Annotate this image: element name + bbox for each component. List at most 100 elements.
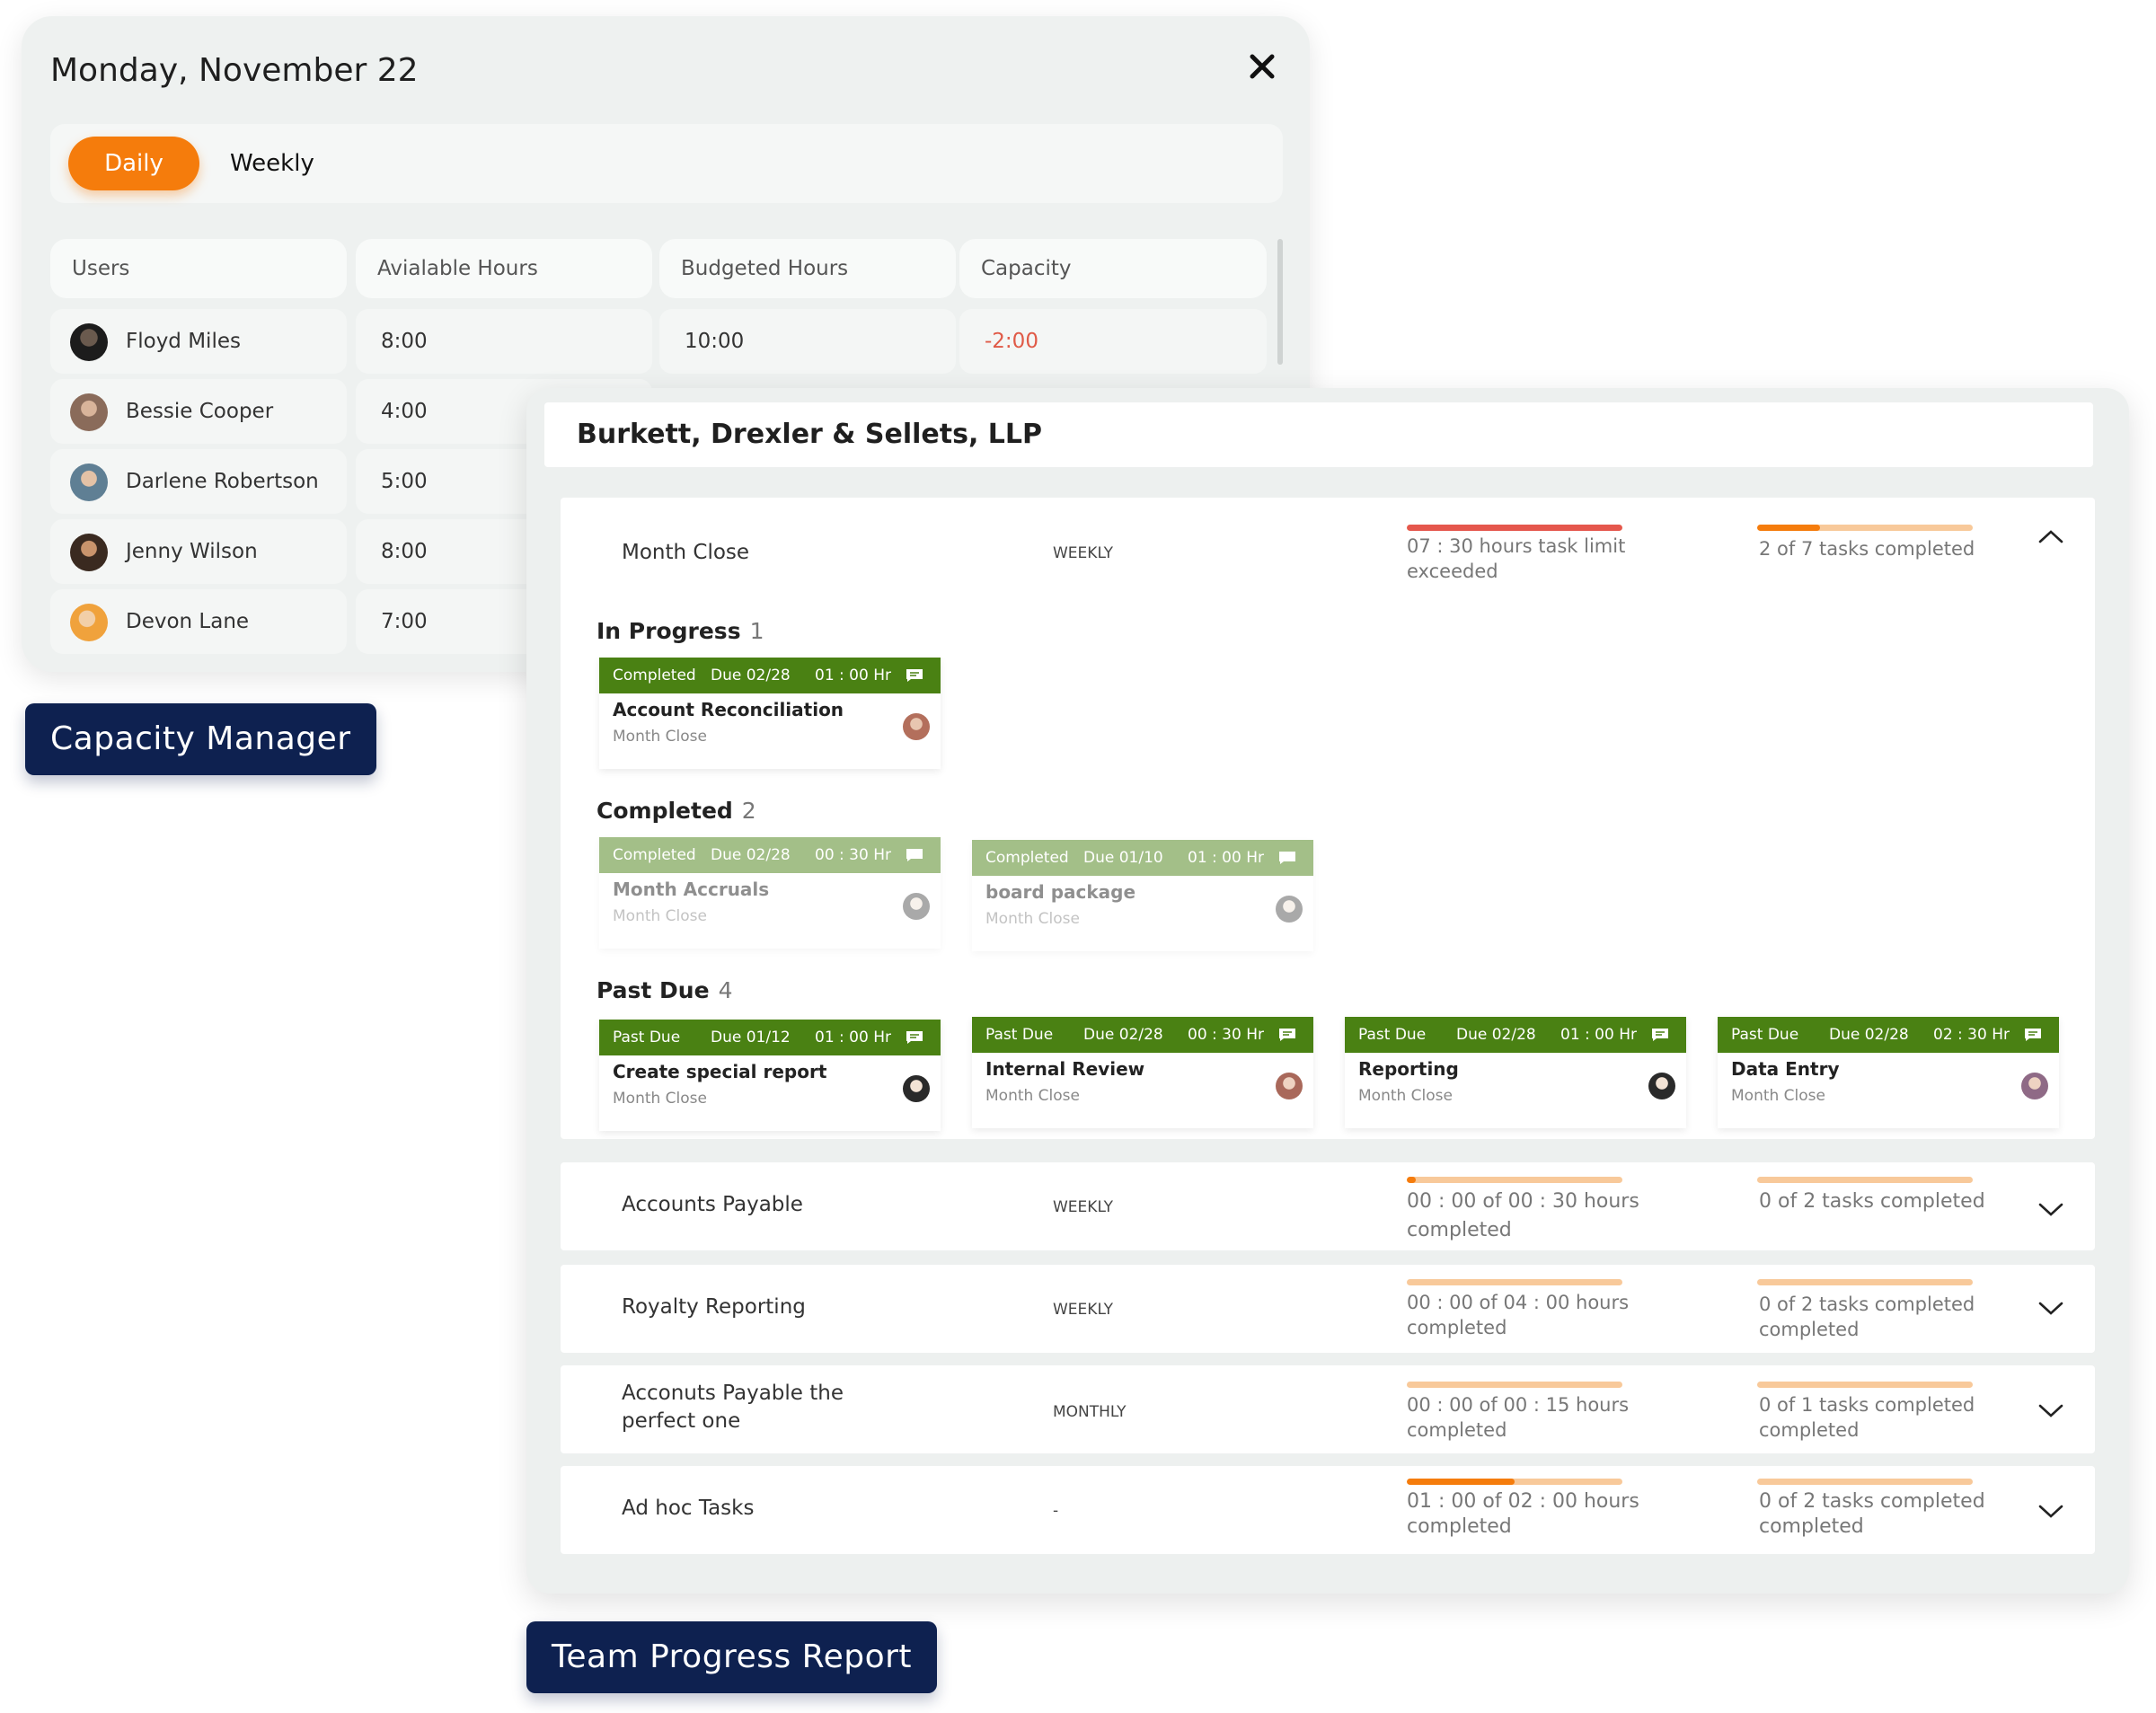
- tasks-progress-fill: [1757, 525, 1820, 531]
- comment-icon[interactable]: [906, 848, 923, 862]
- card-subtitle: Month Close: [613, 907, 707, 925]
- column-header-available: Avialable Hours: [356, 239, 652, 298]
- chevron-up-icon[interactable]: [2037, 528, 2064, 546]
- user-name: Floyd Miles: [126, 330, 241, 353]
- card-status: Past Due: [1358, 1026, 1427, 1044]
- card-subtitle: Month Close: [613, 728, 707, 746]
- group-name: Accounts Payable: [622, 1193, 803, 1216]
- card-header: Completed Due 02/28 00 : 30 Hr: [599, 837, 941, 873]
- assignee-avatar: [1276, 896, 1303, 923]
- assignee-avatar: [903, 713, 930, 740]
- card-hours: 01 : 00 Hr: [815, 667, 891, 684]
- hours-progress-bar: [1407, 1279, 1622, 1285]
- card-hours: 00 : 30 Hr: [1188, 1026, 1264, 1044]
- card-status: Past Due: [1731, 1026, 1799, 1044]
- card-header: Past Due Due 02/28 01 : 00 Hr: [1345, 1017, 1686, 1053]
- task-card[interactable]: Completed Due 02/28 00 : 30 Hr Month Acc…: [599, 837, 941, 949]
- chevron-down-icon[interactable]: [2037, 1502, 2064, 1520]
- user-cell: Jenny Wilson: [50, 519, 347, 584]
- close-icon[interactable]: [1248, 52, 1277, 81]
- card-subtitle: Month Close: [613, 1090, 707, 1108]
- group-month-close: Month Close WEEKLY 07 : 30 hours task li…: [561, 498, 2095, 1139]
- scrollbar[interactable]: [1277, 239, 1283, 365]
- card-title: Reporting: [1358, 1058, 1459, 1080]
- section-past-due: Past Due 4: [596, 977, 732, 1003]
- capacity-value: -2:00: [959, 309, 1267, 374]
- card-title: board package: [985, 881, 1136, 903]
- group-row[interactable]: Royalty Reporting WEEKLY 00 : 00 of 04 :…: [561, 1265, 2095, 1353]
- task-card[interactable]: Completed Due 01/10 01 : 00 Hr board pac…: [972, 840, 1313, 951]
- chevron-down-icon[interactable]: [2037, 1200, 2064, 1218]
- task-card[interactable]: Past Due Due 01/12 01 : 00 Hr Create spe…: [599, 1020, 941, 1131]
- assignee-avatar: [1648, 1073, 1675, 1099]
- card-hours: 01 : 00 Hr: [1560, 1026, 1637, 1044]
- card-subtitle: Month Close: [985, 910, 1080, 928]
- section-completed: Completed 2: [596, 798, 756, 824]
- chevron-down-icon[interactable]: [2037, 1299, 2064, 1317]
- card-due: Due 02/28: [1083, 1026, 1163, 1044]
- card-title: Month Accruals: [613, 879, 770, 900]
- section-in-progress: In Progress 1: [596, 618, 764, 644]
- task-card[interactable]: Past Due Due 02/28 01 : 00 Hr Reporting …: [1345, 1017, 1686, 1128]
- card-due: Due 02/28: [711, 846, 791, 864]
- column-header-budgeted: Budgeted Hours: [659, 239, 956, 298]
- card-subtitle: Month Close: [985, 1087, 1080, 1105]
- assignee-avatar: [903, 1075, 930, 1102]
- tasks-status: 0 of 1 tasks completed completed: [1759, 1394, 1975, 1441]
- hours-progress-fill: [1407, 1177, 1416, 1183]
- card-due: Due 01/12: [711, 1029, 791, 1046]
- view-tabs: Daily Weekly: [50, 124, 1283, 203]
- user-name: Darlene Robertson: [126, 470, 319, 493]
- group-frequency: WEEKLY: [1053, 544, 1114, 562]
- chevron-down-icon[interactable]: [2037, 1401, 2064, 1419]
- comment-icon[interactable]: [1651, 1028, 1669, 1042]
- hours-progress-bar: [1407, 1177, 1622, 1183]
- hours-status: 00 : 00 of 00 : 30 hours completed: [1407, 1190, 1639, 1241]
- hours-progress-fill: [1407, 1479, 1515, 1485]
- assignee-avatar: [2021, 1073, 2048, 1099]
- group-row[interactable]: Accounts Payable WEEKLY 00 : 00 of 00 : …: [561, 1162, 2095, 1250]
- section-count: 1: [749, 618, 764, 644]
- client-name: Burkett, Drexler & Sellets, LLP: [577, 419, 1043, 450]
- tab-daily[interactable]: Daily: [68, 137, 199, 190]
- task-card[interactable]: Completed Due 02/28 01 : 00 Hr Account R…: [599, 658, 941, 769]
- section-label: Past Due: [596, 977, 710, 1003]
- column-header-users: Users: [50, 239, 347, 298]
- group-row[interactable]: Ad hoc Tasks - 01 : 00 of 02 : 00 hours …: [561, 1466, 2095, 1554]
- tasks-status: 0 of 2 tasks completed completed: [1759, 1294, 1975, 1340]
- comment-icon[interactable]: [906, 1030, 923, 1045]
- hours-progress-fill: [1407, 525, 1622, 531]
- user-cell: Floyd Miles: [50, 309, 347, 374]
- tab-weekly[interactable]: Weekly: [230, 137, 314, 190]
- group-name: Ad hoc Tasks: [622, 1497, 755, 1520]
- tasks-progress-bar: [1757, 525, 1973, 531]
- report-header: Burkett, Drexler & Sellets, LLP: [544, 402, 2093, 467]
- group-row[interactable]: Acconuts Payable the perfect one MONTHLY…: [561, 1365, 2095, 1453]
- section-count: 2: [741, 798, 756, 824]
- card-status: Completed: [613, 846, 696, 864]
- comment-icon[interactable]: [2024, 1028, 2042, 1042]
- comment-icon[interactable]: [1278, 1028, 1296, 1042]
- card-header: Completed Due 02/28 01 : 00 Hr: [599, 658, 941, 693]
- comment-icon[interactable]: [1278, 851, 1296, 865]
- card-header: Completed Due 01/10 01 : 00 Hr: [972, 840, 1313, 876]
- card-hours: 01 : 00 Hr: [1188, 849, 1264, 867]
- group-frequency: WEEKLY: [1053, 1198, 1114, 1216]
- group-name: Acconuts Payable the perfect one: [622, 1382, 844, 1433]
- team-report-panel: Burkett, Drexler & Sellets, LLP Month Cl…: [526, 388, 2129, 1594]
- group-frequency: WEEKLY: [1053, 1301, 1114, 1319]
- user-cell: Devon Lane: [50, 589, 347, 654]
- task-card[interactable]: Past Due Due 02/28 02 : 30 Hr Data Entry…: [1718, 1017, 2059, 1128]
- table-row[interactable]: Floyd Miles 8:00 10:00 -2:00: [50, 309, 1279, 374]
- team-progress-report-label: Team Progress Report: [526, 1621, 938, 1693]
- card-title: Account Reconciliation: [613, 699, 844, 720]
- task-card[interactable]: Past Due Due 02/28 00 : 30 Hr Internal R…: [972, 1017, 1313, 1128]
- comment-icon[interactable]: [906, 668, 923, 683]
- card-hours: 00 : 30 Hr: [815, 846, 891, 864]
- available-hours: 8:00: [356, 309, 652, 374]
- capacity-manager-label: Capacity Manager: [25, 703, 376, 775]
- hours-status: 00 : 00 of 00 : 15 hours completed: [1407, 1394, 1630, 1441]
- section-count: 4: [718, 977, 733, 1003]
- tasks-progress-bar: [1757, 1279, 1973, 1285]
- hours-progress-bar: [1407, 525, 1622, 531]
